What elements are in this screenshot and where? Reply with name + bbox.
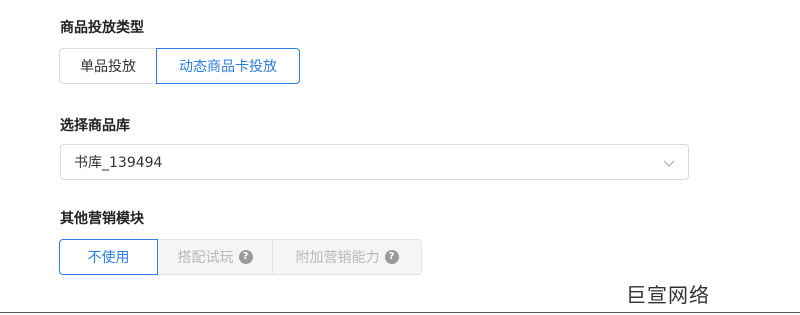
product-library-value: 书库_139494 (74, 155, 163, 171)
product-type-segmented-control: 单品投放 动态商品卡投放 (59, 48, 300, 84)
watermark-text: 巨宣网络 (626, 283, 710, 307)
not-use-option[interactable]: 不使用 (59, 239, 158, 275)
single-product-option[interactable]: 单品投放 (59, 48, 157, 84)
product-library-label: 选择商品库 (60, 118, 130, 134)
chevron-down-icon (663, 160, 675, 167)
divider (0, 312, 800, 313)
playable-combo-option: 搭配试玩 ? (157, 239, 273, 275)
product-type-label: 商品投放类型 (60, 20, 144, 36)
playable-combo-label: 搭配试玩 (177, 250, 234, 266)
extra-marketing-option: 附加营销能力 ? (272, 239, 422, 275)
product-library-select[interactable]: 书库_139494 (60, 144, 689, 180)
marketing-module-segmented-control: 不使用 搭配试玩 ? 附加营销能力 ? (59, 239, 422, 275)
help-icon[interactable]: ? (384, 250, 399, 264)
dynamic-product-card-option[interactable]: 动态商品卡投放 (156, 48, 300, 84)
extra-marketing-label: 附加营销能力 (295, 250, 380, 266)
help-icon[interactable]: ? (238, 250, 253, 264)
marketing-module-label: 其他营销模块 (60, 211, 144, 227)
